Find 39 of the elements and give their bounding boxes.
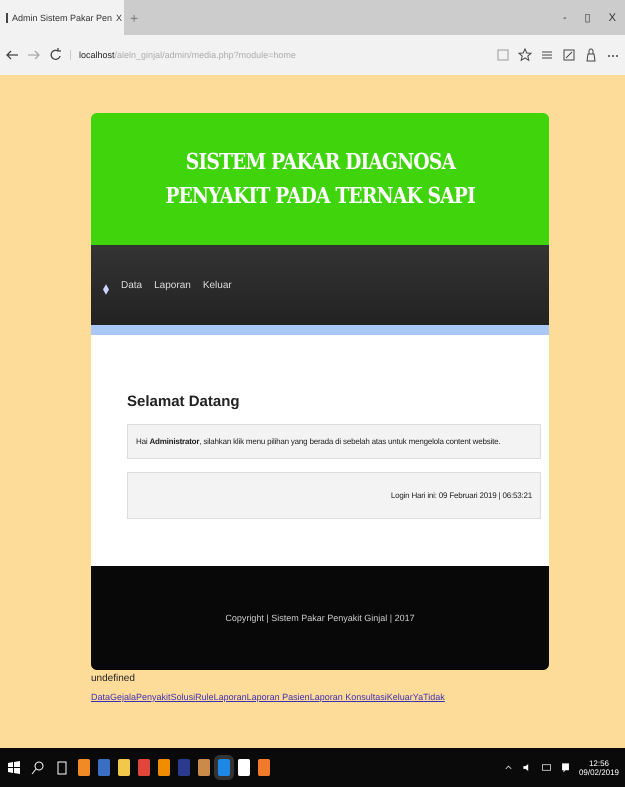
window-control[interactable]: X — [600, 0, 625, 35]
greeting-text: Hai Administrator, silahkan klik menu pilihan yang berada di sebelah atas untuk mengelola content website. — [136, 437, 500, 446]
notification-icon[interactable] — [560, 762, 571, 773]
nav-link[interactable]: Keluar — [202, 280, 232, 290]
site-title: SISTEM PAKAR DIAGNOSA — [185, 149, 455, 175]
copyright-text: Copyright | Sistem Pakar Penyakit Ginjal | 2017 — [225, 613, 415, 623]
site-title: PENYAKIT PADA TERNAK SAPI — [165, 183, 475, 209]
text-link[interactable]: Ya — [412, 692, 424, 702]
text-link[interactable]: Laporan Konsultasi — [310, 692, 387, 702]
text-link[interactable]: Penyakit — [136, 692, 171, 702]
battery-icon[interactable] — [540, 762, 552, 773]
search-icon[interactable] — [30, 760, 46, 776]
welcome-heading: Selamat Datang — [127, 393, 241, 410]
text-link[interactable]: Gejala — [110, 692, 136, 702]
text-link[interactable]: Laporan — [214, 692, 247, 702]
start-icon[interactable] — [6, 760, 22, 776]
text-link[interactable]: Rule — [195, 692, 214, 702]
undefined-text: undefined — [91, 673, 136, 684]
nav-link[interactable]: Data — [121, 280, 142, 290]
tab-close-button[interactable]: X — [116, 12, 122, 22]
text-link[interactable]: Solusi — [170, 692, 196, 702]
browser-tab[interactable]: Admin Sistem Pakar Pen X — [0, 0, 124, 35]
login-info: Login Hari ini: 09 Februari 2019 | 06:53:21 — [390, 491, 532, 500]
star-icon[interactable] — [517, 47, 533, 63]
diamond-icon — [103, 284, 109, 294]
text-link[interactable]: Tidak — [423, 692, 445, 702]
text-link[interactable]: Keluar — [386, 692, 413, 702]
tab-title: Admin Sistem Pakar Pen — [12, 12, 112, 22]
nav-link[interactable]: Laporan — [154, 280, 191, 290]
window-control[interactable]: - — [554, 0, 576, 35]
clock-date: 09/02/2019 — [578, 768, 619, 776]
reading-view-icon[interactable] — [495, 47, 511, 63]
clock-time: 12:56 — [588, 758, 609, 768]
address-field[interactable]: localhost/aleln_ginjal/admin/media.php?module=home — [70, 50, 489, 60]
text-link[interactable]: Laporan Pasien — [246, 692, 310, 702]
text-link[interactable]: Data — [91, 692, 110, 702]
note-icon[interactable] — [561, 47, 577, 63]
window-control[interactable]: ▯ — [576, 0, 600, 35]
refresh-icon[interactable] — [48, 47, 64, 63]
